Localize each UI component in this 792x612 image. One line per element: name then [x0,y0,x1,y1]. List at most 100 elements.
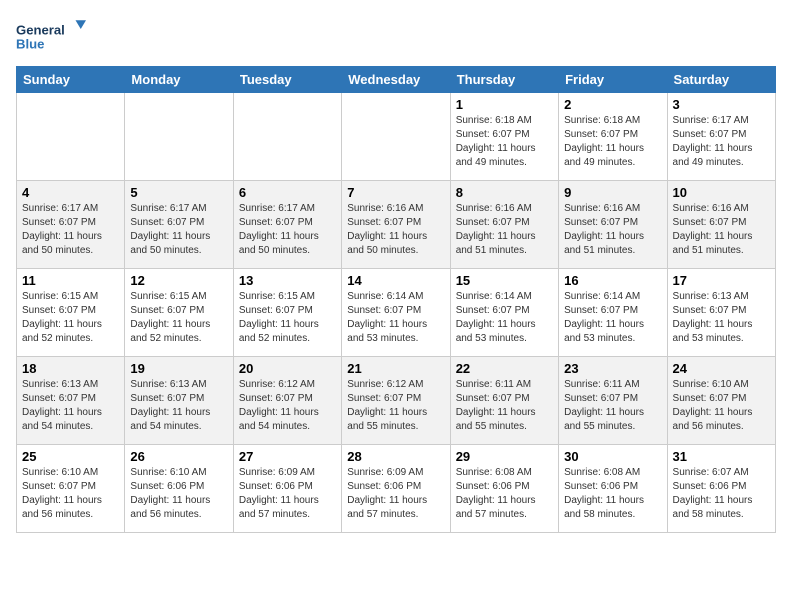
day-number: 2 [564,97,661,112]
calendar-cell: 1 Sunrise: 6:18 AM Sunset: 6:07 PM Daylig… [450,93,558,181]
calendar-cell: 5 Sunrise: 6:17 AM Sunset: 6:07 PM Daylig… [125,181,233,269]
calendar-cell: 13Sunrise: 6:15 AM Sunset: 6:07 PM Dayli… [233,269,341,357]
day-number: 21 [347,361,444,376]
weekday-header-row: SundayMondayTuesdayWednesdayThursdayFrid… [17,67,776,93]
day-number: 23 [564,361,661,376]
calendar-cell: 15 Sunrise: 6:14 AM Sunset: 6:07 PM Dayli… [450,269,558,357]
day-info: Sunrise: 6:16 AM Sunset: 6:07 PM Dayligh… [347,202,444,258]
calendar-cell: 24 Sunrise: 6:10 AM Sunset: 6:07 PM Dayli… [667,357,775,445]
day-number: 8 [456,185,553,200]
calendar-cell: 3 Sunrise: 6:17 AM Sunset: 6:07 PM Daylig… [667,93,775,181]
day-number: 31 [673,449,770,464]
day-info: Sunrise: 6:08 AM Sunset: 6:06 PM Dayligh… [564,466,661,522]
day-info: Sunrise: 6:11 AM Sunset: 6:07 PM Dayligh… [564,378,661,434]
calendar-cell: 18 Sunrise: 6:13 AM Sunset: 6:07 PM Dayli… [17,357,125,445]
day-number: 9 [564,185,661,200]
day-number: 22 [456,361,553,376]
calendar-body: 1 Sunrise: 6:18 AM Sunset: 6:07 PM Daylig… [17,93,776,533]
calendar-cell: 11 Sunrise: 6:15 AM Sunset: 6:07 PM Dayli… [17,269,125,357]
day-info: Sunrise: 6:10 AM Sunset: 6:06 PM Dayligh… [130,466,227,522]
calendar-cell [233,93,341,181]
day-number: 11 [22,273,119,288]
calendar-cell: 23 Sunrise: 6:11 AM Sunset: 6:07 PM Dayli… [559,357,667,445]
day-number: 15 [456,273,553,288]
week-row-4: 18 Sunrise: 6:13 AM Sunset: 6:07 PM Dayli… [17,357,776,445]
day-info: Sunrise: 6:12 AM Sunset: 6:07 PM Dayligh… [347,378,444,434]
day-info: Sunrise: 6:13 AM Sunset: 6:07 PM Dayligh… [22,378,119,434]
day-info: Sunrise: 6:16 AM Sunset: 6:07 PM Dayligh… [564,202,661,258]
calendar-cell: 21 Sunrise: 6:12 AM Sunset: 6:07 PM Dayli… [342,357,450,445]
day-info: Sunrise: 6:18 AM Sunset: 6:07 PM Dayligh… [456,114,553,170]
day-number: 4 [22,185,119,200]
calendar-cell: 4Sunrise: 6:17 AM Sunset: 6:07 PM Daylig… [17,181,125,269]
day-info: Sunrise: 6:09 AM Sunset: 6:06 PM Dayligh… [239,466,336,522]
calendar-cell: 12Sunrise: 6:15 AM Sunset: 6:07 PM Dayli… [125,269,233,357]
day-info: Sunrise: 6:15 AM Sunset: 6:07 PM Dayligh… [239,290,336,346]
day-number: 17 [673,273,770,288]
day-number: 19 [130,361,227,376]
day-number: 26 [130,449,227,464]
day-number: 1 [456,97,553,112]
day-number: 30 [564,449,661,464]
day-info: Sunrise: 6:14 AM Sunset: 6:07 PM Dayligh… [456,290,553,346]
day-number: 5 [130,185,227,200]
calendar-cell: 7 Sunrise: 6:16 AM Sunset: 6:07 PM Daylig… [342,181,450,269]
calendar-cell: 2 Sunrise: 6:18 AM Sunset: 6:07 PM Daylig… [559,93,667,181]
day-number: 29 [456,449,553,464]
day-info: Sunrise: 6:18 AM Sunset: 6:07 PM Dayligh… [564,114,661,170]
calendar-cell: 16Sunrise: 6:14 AM Sunset: 6:07 PM Dayli… [559,269,667,357]
day-info: Sunrise: 6:11 AM Sunset: 6:07 PM Dayligh… [456,378,553,434]
day-number: 6 [239,185,336,200]
weekday-header-thursday: Thursday [450,67,558,93]
day-info: Sunrise: 6:10 AM Sunset: 6:07 PM Dayligh… [673,378,770,434]
calendar-cell: 6 Sunrise: 6:17 AM Sunset: 6:07 PM Daylig… [233,181,341,269]
day-info: Sunrise: 6:17 AM Sunset: 6:07 PM Dayligh… [130,202,227,258]
day-info: Sunrise: 6:13 AM Sunset: 6:07 PM Dayligh… [673,290,770,346]
day-info: Sunrise: 6:12 AM Sunset: 6:07 PM Dayligh… [239,378,336,434]
calendar-cell: 19 Sunrise: 6:13 AM Sunset: 6:07 PM Dayli… [125,357,233,445]
calendar-cell: 31 Sunrise: 6:07 AM Sunset: 6:06 PM Dayli… [667,445,775,533]
calendar-cell: 30 Sunrise: 6:08 AM Sunset: 6:06 PM Dayli… [559,445,667,533]
day-info: Sunrise: 6:07 AM Sunset: 6:06 PM Dayligh… [673,466,770,522]
day-info: Sunrise: 6:15 AM Sunset: 6:07 PM Dayligh… [22,290,119,346]
calendar-cell [17,93,125,181]
day-number: 24 [673,361,770,376]
calendar-cell: 10 Sunrise: 6:16 AM Sunset: 6:07 PM Dayli… [667,181,775,269]
calendar-cell: 14 Sunrise: 6:14 AM Sunset: 6:07 PM Dayli… [342,269,450,357]
day-number: 3 [673,97,770,112]
day-number: 7 [347,185,444,200]
page-header: General Blue [16,16,776,56]
day-info: Sunrise: 6:17 AM Sunset: 6:07 PM Dayligh… [239,202,336,258]
day-number: 18 [22,361,119,376]
weekday-header-sunday: Sunday [17,67,125,93]
calendar-cell: 26 Sunrise: 6:10 AM Sunset: 6:06 PM Dayli… [125,445,233,533]
calendar-cell: 17 Sunrise: 6:13 AM Sunset: 6:07 PM Dayli… [667,269,775,357]
calendar-cell: 25 Sunrise: 6:10 AM Sunset: 6:07 PM Dayli… [17,445,125,533]
week-row-3: 11 Sunrise: 6:15 AM Sunset: 6:07 PM Dayli… [17,269,776,357]
day-info: Sunrise: 6:10 AM Sunset: 6:07 PM Dayligh… [22,466,119,522]
calendar-table: SundayMondayTuesdayWednesdayThursdayFrid… [16,66,776,533]
calendar-cell: 29 Sunrise: 6:08 AM Sunset: 6:06 PM Dayli… [450,445,558,533]
logo-svg: General Blue [16,16,86,56]
day-info: Sunrise: 6:16 AM Sunset: 6:07 PM Dayligh… [673,202,770,258]
day-number: 25 [22,449,119,464]
calendar-cell [342,93,450,181]
week-row-5: 25 Sunrise: 6:10 AM Sunset: 6:07 PM Dayli… [17,445,776,533]
day-info: Sunrise: 6:16 AM Sunset: 6:07 PM Dayligh… [456,202,553,258]
weekday-header-tuesday: Tuesday [233,67,341,93]
week-row-1: 1 Sunrise: 6:18 AM Sunset: 6:07 PM Daylig… [17,93,776,181]
day-info: Sunrise: 6:17 AM Sunset: 6:07 PM Dayligh… [673,114,770,170]
weekday-header-wednesday: Wednesday [342,67,450,93]
logo: General Blue [16,16,86,56]
calendar-cell: 27Sunrise: 6:09 AM Sunset: 6:06 PM Dayli… [233,445,341,533]
day-info: Sunrise: 6:13 AM Sunset: 6:07 PM Dayligh… [130,378,227,434]
day-number: 16 [564,273,661,288]
day-number: 10 [673,185,770,200]
day-number: 28 [347,449,444,464]
day-info: Sunrise: 6:14 AM Sunset: 6:07 PM Dayligh… [347,290,444,346]
day-info: Sunrise: 6:08 AM Sunset: 6:06 PM Dayligh… [456,466,553,522]
day-number: 20 [239,361,336,376]
day-number: 14 [347,273,444,288]
weekday-header-monday: Monday [125,67,233,93]
week-row-2: 4 Sunrise: 6:17 AM Sunset: 6:07 PM Daylig… [17,181,776,269]
